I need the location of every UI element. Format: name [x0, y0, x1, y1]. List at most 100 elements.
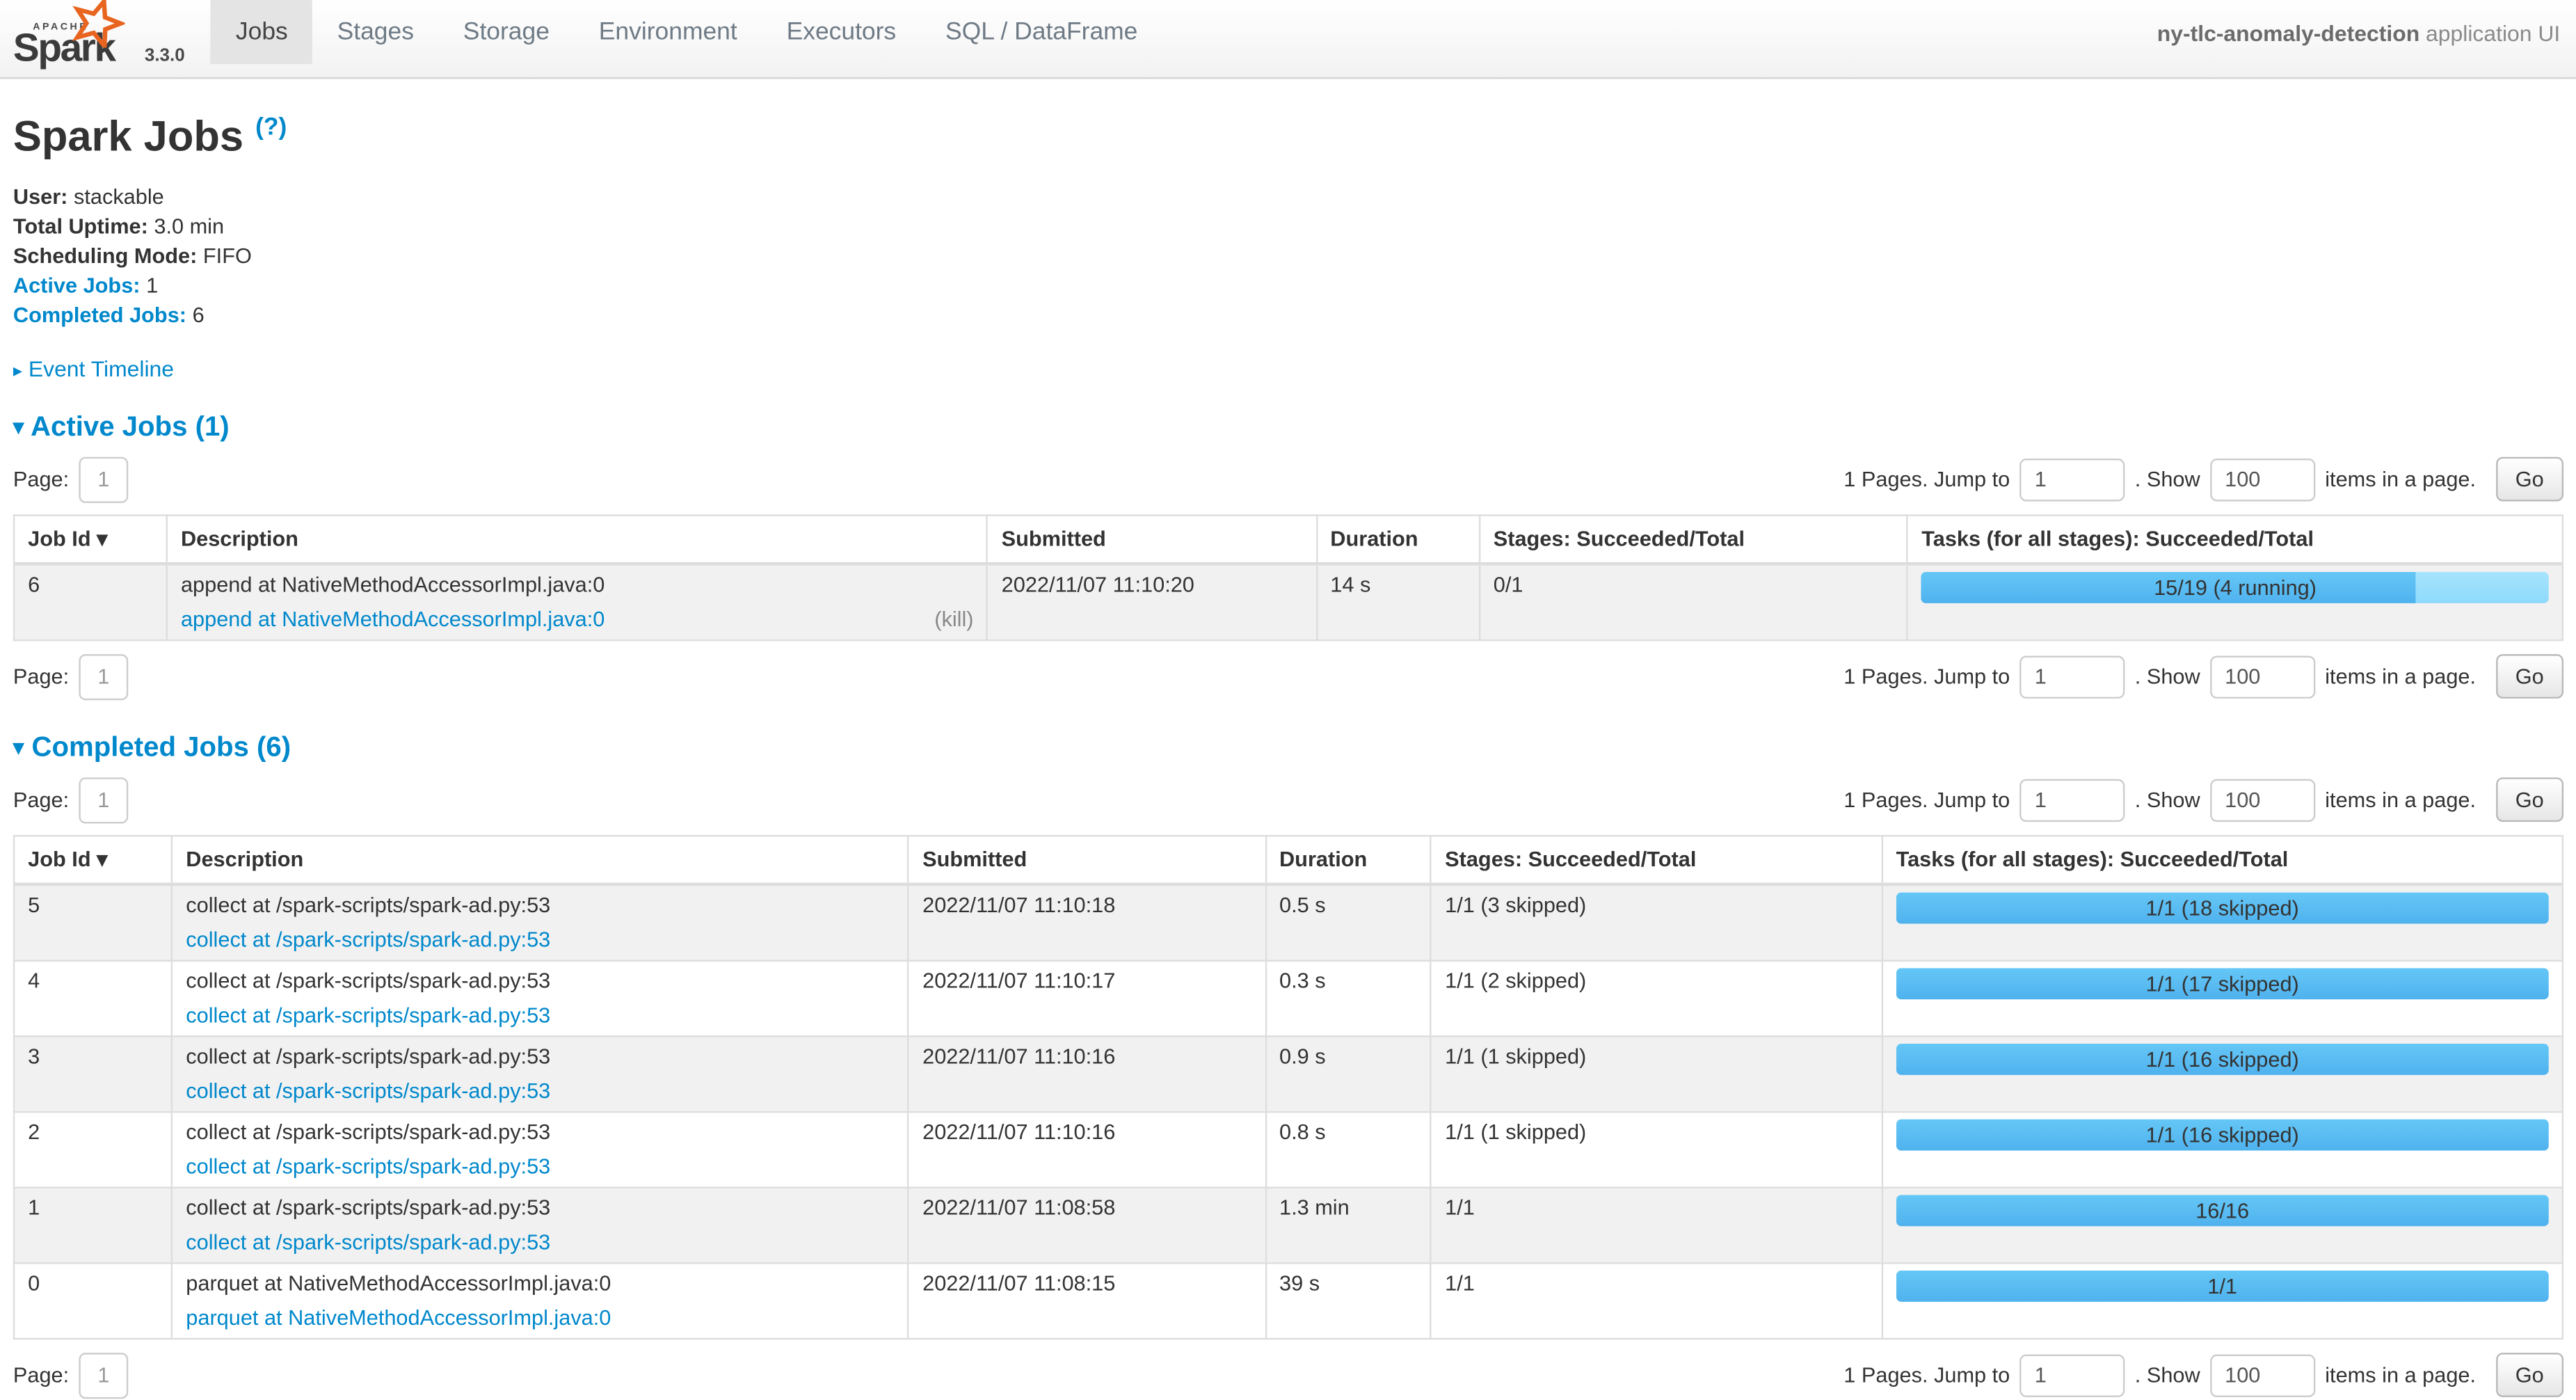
table-header-row: Job Id ▾ Description Submitted Duration …: [14, 835, 2563, 884]
page-number-input[interactable]: [79, 456, 128, 502]
jump-to-page-input[interactable]: [2019, 458, 2125, 500]
description-link[interactable]: collect at /spark-scripts/spark-ad.py:53: [186, 1229, 550, 1255]
col-stages[interactable]: Stages: Succeeded/Total: [1431, 835, 1882, 884]
show-text: . Show: [2135, 1363, 2200, 1387]
col-description[interactable]: Description: [167, 515, 988, 564]
stages-cell: 1/1 (2 skipped): [1431, 960, 1882, 1036]
description-cell: collect at /spark-scripts/spark-ad.py:53…: [172, 884, 909, 960]
col-stages[interactable]: Stages: Succeeded/Total: [1480, 515, 1908, 564]
col-submitted[interactable]: Submitted: [988, 515, 1317, 564]
navbar-tab[interactable]: Environment: [574, 0, 762, 64]
navbar-tab-link[interactable]: SQL / DataFrame: [921, 0, 1162, 64]
col-duration[interactable]: Duration: [1265, 835, 1431, 884]
duration-cell: 0.8 s: [1265, 1111, 1431, 1187]
summary-value: 1: [146, 272, 158, 296]
col-description[interactable]: Description: [172, 835, 909, 884]
summary-label: Completed Jobs:: [13, 302, 186, 326]
pagination-bar: Page: 1 Pages. Jump to . Show items in a…: [13, 775, 2563, 825]
table-row: 2 collect at /spark-scripts/spark-ad.py:…: [14, 1111, 2563, 1187]
col-submitted[interactable]: Submitted: [909, 835, 1265, 884]
navbar-tab-link[interactable]: Jobs: [211, 0, 312, 64]
page-label: Page:: [13, 665, 69, 689]
help-link[interactable]: (?): [255, 113, 287, 141]
navbar-tab[interactable]: Stages: [312, 0, 438, 64]
page-number-input[interactable]: [79, 653, 128, 699]
navbar-tab-link[interactable]: Storage: [438, 0, 574, 64]
navbar-tab[interactable]: Jobs: [211, 0, 312, 64]
event-timeline-toggle[interactable]: ▸ Event Timeline: [13, 356, 2563, 381]
description-text: collect at /spark-scripts/spark-ad.py:53: [186, 1119, 895, 1145]
navbar-tab[interactable]: Executors: [762, 0, 920, 64]
col-duration[interactable]: Duration: [1316, 515, 1479, 564]
description-cell: collect at /spark-scripts/spark-ad.py:53…: [172, 1111, 909, 1187]
stages-cell: 1/1 (1 skipped): [1431, 1036, 1882, 1112]
col-job-id[interactable]: Job Id ▾: [14, 515, 167, 564]
tasks-progress-bar: 1/1 (18 skipped): [1896, 892, 2549, 923]
tasks-cell: 1/1 (16 skipped): [1882, 1036, 2563, 1112]
table-row: 1 collect at /spark-scripts/spark-ad.py:…: [14, 1187, 2563, 1263]
navbar-tab-link[interactable]: Executors: [762, 0, 920, 64]
description-link[interactable]: collect at /spark-scripts/spark-ad.py:53: [186, 1002, 550, 1028]
items-per-page-input[interactable]: [2210, 779, 2315, 821]
page-content: Spark Jobs (?) User: stackable Total Upt…: [0, 79, 2576, 1399]
navbar-tab-link[interactable]: Stages: [312, 0, 438, 64]
progress-label: 15/19 (4 running): [1921, 571, 2549, 603]
show-text: . Show: [2135, 467, 2200, 491]
description-cell: collect at /spark-scripts/spark-ad.py:53…: [172, 1036, 909, 1112]
job-id-cell: 3: [14, 1036, 172, 1112]
completed-jobs-section-header[interactable]: ▾ Completed Jobs (6): [13, 731, 2563, 763]
kill-link[interactable]: (kill): [934, 606, 973, 633]
page-title: Spark Jobs (?): [13, 102, 2563, 162]
pages-count-text: 1 Pages. Jump to: [1843, 467, 2010, 491]
description-cell: append at NativeMethodAccessorImpl.java:…: [167, 563, 988, 639]
jump-to-page-input[interactable]: [2019, 1354, 2125, 1397]
summary-line: Active Jobs: 1: [13, 271, 2563, 301]
col-job-id[interactable]: Job Id ▾: [14, 835, 172, 884]
description-link[interactable]: collect at /spark-scripts/spark-ad.py:53: [186, 1153, 550, 1179]
summary-line: Total Uptime: 3.0 min: [13, 212, 2563, 241]
description-link[interactable]: collect at /spark-scripts/spark-ad.py:53: [186, 1078, 550, 1104]
active-jobs-section-title[interactable]: Active Jobs (1): [31, 411, 230, 442]
go-button[interactable]: Go: [2495, 457, 2563, 502]
summary-value: 3.0 min: [154, 213, 224, 237]
navbar-tab[interactable]: SQL / DataFrame: [921, 0, 1162, 64]
tasks-cell: 16/16: [1882, 1187, 2563, 1263]
job-id-cell: 4: [14, 960, 172, 1036]
progress-label: 1/1 (16 skipped): [1896, 1043, 2549, 1074]
jump-to-page-input[interactable]: [2019, 655, 2125, 698]
page-number-input[interactable]: [79, 1352, 128, 1398]
go-button[interactable]: Go: [2495, 1353, 2563, 1397]
stages-cell: 0/1: [1480, 563, 1908, 639]
items-text: items in a page.: [2325, 467, 2476, 491]
description-text: collect at /spark-scripts/spark-ad.py:53: [186, 892, 895, 918]
show-text: . Show: [2135, 665, 2200, 689]
submitted-cell: 2022/11/07 11:10:20: [988, 563, 1317, 639]
pages-count-text: 1 Pages. Jump to: [1843, 1363, 2010, 1387]
items-per-page-input[interactable]: [2210, 655, 2315, 698]
active-jobs-section-header[interactable]: ▾ Active Jobs (1): [13, 411, 2563, 443]
event-timeline-link[interactable]: Event Timeline: [29, 356, 174, 381]
navbar-tab[interactable]: Storage: [438, 0, 574, 64]
table-row: 0 parquet at NativeMethodAccessorImpl.ja…: [14, 1263, 2563, 1339]
summary-value: stackable: [74, 184, 164, 208]
table-row: 5 collect at /spark-scripts/spark-ad.py:…: [14, 884, 2563, 960]
spark-version: 3.3.0: [145, 46, 185, 70]
jump-to-page-input[interactable]: [2019, 779, 2125, 821]
col-tasks[interactable]: Tasks (for all stages): Succeeded/Total: [1907, 515, 2563, 564]
spark-star-icon: [69, 0, 125, 48]
description-link[interactable]: parquet at NativeMethodAccessorImpl.java…: [186, 1305, 611, 1331]
items-per-page-input[interactable]: [2210, 458, 2315, 500]
description-link[interactable]: append at NativeMethodAccessorImpl.java:…: [181, 606, 605, 633]
navbar-tabs: Jobs Stages Storage Environment Executor…: [211, 0, 1162, 64]
tasks-progress-bar: 1/1: [1896, 1270, 2549, 1301]
navbar-tab-link[interactable]: Environment: [574, 0, 762, 64]
col-tasks[interactable]: Tasks (for all stages): Succeeded/Total: [1882, 835, 2563, 884]
items-per-page-input[interactable]: [2210, 1354, 2315, 1397]
submitted-cell: 2022/11/07 11:10:18: [909, 884, 1265, 960]
go-button[interactable]: Go: [2495, 778, 2563, 822]
completed-jobs-section-title[interactable]: Completed Jobs (6): [32, 731, 291, 762]
description-link[interactable]: collect at /spark-scripts/spark-ad.py:53: [186, 926, 550, 953]
page-number-input[interactable]: [79, 777, 128, 823]
go-button[interactable]: Go: [2495, 655, 2563, 699]
tasks-progress-bar: 1/1 (17 skipped): [1896, 968, 2549, 999]
